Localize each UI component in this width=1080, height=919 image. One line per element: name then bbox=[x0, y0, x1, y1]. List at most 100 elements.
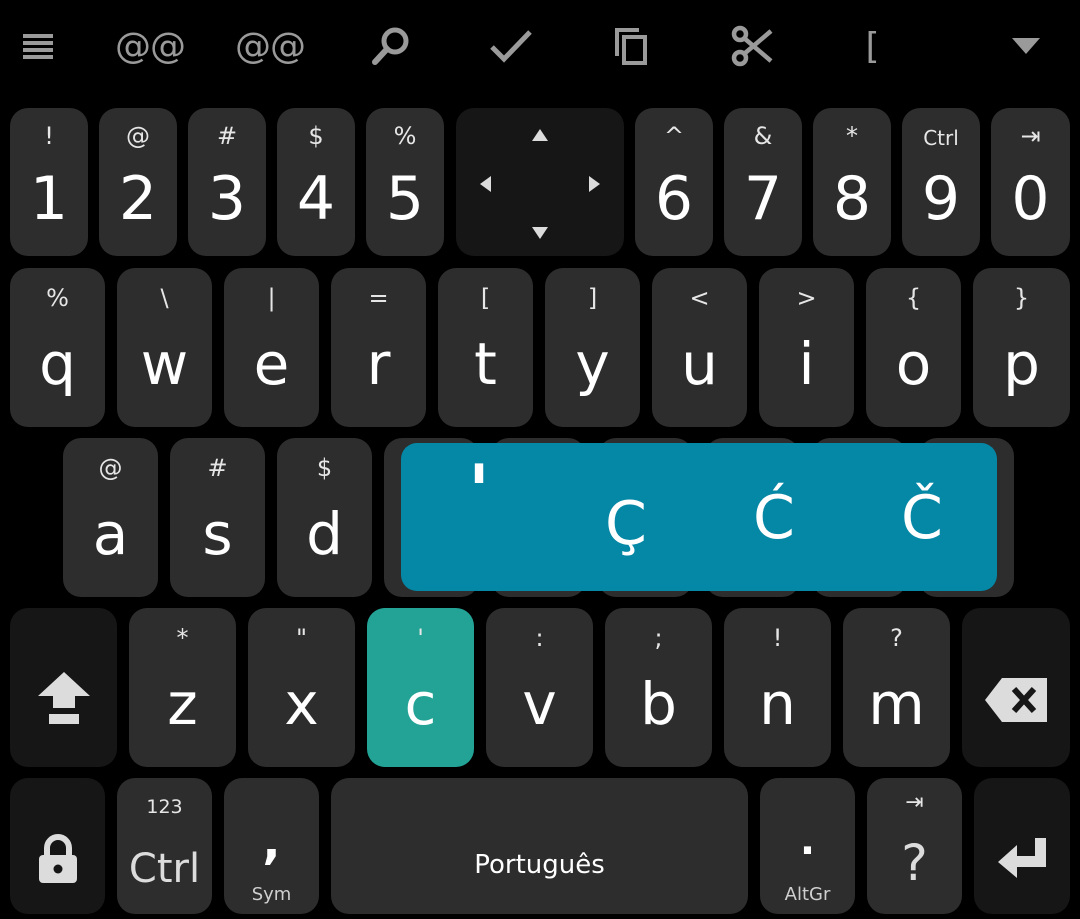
key-label: y bbox=[575, 330, 610, 398]
key-y[interactable]: ] y bbox=[545, 268, 640, 427]
period-key[interactable]: . AltGr bbox=[760, 778, 855, 914]
key-hint: % bbox=[46, 284, 69, 312]
key-label: p bbox=[1003, 330, 1040, 398]
key-hint: " bbox=[295, 624, 308, 652]
check-icon[interactable] bbox=[486, 18, 536, 74]
key-label: 5 bbox=[385, 164, 425, 234]
key-2[interactable]: @2 bbox=[99, 108, 177, 256]
key-hint: $ bbox=[308, 122, 324, 150]
key-o[interactable]: {o bbox=[866, 268, 961, 427]
key-label: i bbox=[798, 330, 815, 398]
key-e[interactable]: | e bbox=[224, 268, 319, 427]
key-hint: & bbox=[753, 122, 773, 150]
ctrl-key[interactable]: 123 Ctrl bbox=[117, 778, 212, 914]
space-key[interactable]: Português bbox=[331, 778, 748, 914]
key-a[interactable]: @ a bbox=[63, 438, 158, 597]
key-label: b bbox=[640, 670, 677, 738]
key-z[interactable]: * z bbox=[129, 608, 236, 767]
key-hint: @ bbox=[126, 122, 150, 150]
clipboard-item-1[interactable]: @@ bbox=[110, 18, 190, 74]
key-hint: ? bbox=[890, 624, 903, 652]
search-icon[interactable] bbox=[366, 18, 416, 74]
enter-key[interactable] bbox=[974, 778, 1070, 914]
arrow-left-icon[interactable] bbox=[480, 176, 491, 192]
key-c[interactable]: ' c bbox=[367, 608, 474, 767]
menu-icon[interactable] bbox=[18, 18, 58, 74]
backspace-icon bbox=[985, 678, 1047, 722]
key-label: u bbox=[681, 330, 718, 398]
key-label: 2 bbox=[118, 164, 158, 234]
key-hint: : bbox=[535, 624, 544, 652]
arrow-right-icon[interactable] bbox=[589, 176, 600, 192]
tab-icon: ⇥ bbox=[1020, 122, 1041, 150]
popup-c-cedilla[interactable]: Ç bbox=[591, 489, 661, 559]
key-d[interactable]: $ d bbox=[277, 438, 372, 597]
key-u[interactable]: < u bbox=[652, 268, 747, 427]
key-label: m bbox=[868, 670, 925, 738]
key-4[interactable]: $4 bbox=[277, 108, 355, 256]
key-m[interactable]: ? m bbox=[843, 608, 950, 767]
key-hint: [ bbox=[480, 284, 491, 312]
key-w[interactable]: \ w bbox=[117, 268, 212, 427]
key-n[interactable]: ! n bbox=[724, 608, 831, 767]
backspace-key[interactable] bbox=[962, 608, 1070, 767]
key-q[interactable]: % q bbox=[10, 268, 105, 427]
key-v[interactable]: :v bbox=[486, 608, 593, 767]
key-hint: ! bbox=[44, 122, 54, 150]
key-hint: ' bbox=[417, 624, 424, 652]
accent-popup: ' Ç Ć Č bbox=[401, 443, 997, 591]
popup-apostrophe[interactable]: ' bbox=[459, 449, 499, 533]
comma-key[interactable]: , Sym bbox=[224, 778, 319, 914]
key-hint: $ bbox=[316, 454, 333, 482]
popup-c-caron[interactable]: Č bbox=[887, 483, 957, 553]
chevron-down-icon[interactable] bbox=[1006, 18, 1046, 74]
key-label: . bbox=[799, 818, 816, 864]
key-9[interactable]: Ctrl 9 bbox=[902, 108, 980, 256]
question-key[interactable]: ⇥ ? bbox=[867, 778, 962, 914]
key-1[interactable]: ! 1 bbox=[10, 108, 88, 256]
arrow-up-icon[interactable] bbox=[532, 129, 548, 141]
copy-icon[interactable] bbox=[608, 18, 654, 74]
key-hint: } bbox=[1013, 284, 1030, 312]
key-label: 8 bbox=[832, 164, 872, 234]
lock-icon bbox=[39, 834, 77, 883]
key-label: Ctrl bbox=[128, 846, 201, 892]
key-5[interactable]: % 5 bbox=[366, 108, 444, 256]
shift-key[interactable] bbox=[10, 608, 117, 767]
key-0[interactable]: ⇥ 0 bbox=[991, 108, 1070, 256]
key-6[interactable]: ^ 6 bbox=[635, 108, 713, 256]
key-s[interactable]: # s bbox=[170, 438, 265, 597]
key-label: 7 bbox=[743, 164, 783, 234]
key-label: 6 bbox=[654, 164, 694, 234]
clipboard-item-2[interactable]: @@ bbox=[230, 18, 310, 74]
key-label: c bbox=[404, 670, 437, 738]
key-8[interactable]: * 8 bbox=[813, 108, 891, 256]
space-label: Português bbox=[474, 850, 605, 880]
popup-c-acute[interactable]: Ć bbox=[739, 483, 809, 553]
key-hint: Ctrl bbox=[923, 126, 959, 150]
key-label: r bbox=[366, 330, 391, 398]
arrow-pad[interactable] bbox=[456, 108, 624, 256]
key-hint: ] bbox=[587, 284, 598, 312]
key-hint: ^ bbox=[663, 122, 685, 150]
key-hint: ; bbox=[654, 624, 663, 652]
key-hint: \ bbox=[160, 284, 169, 312]
key-label: t bbox=[474, 330, 497, 398]
lock-key[interactable] bbox=[10, 778, 105, 914]
bracket-key[interactable]: [ bbox=[852, 18, 892, 74]
arrow-down-icon[interactable] bbox=[532, 227, 548, 239]
key-label: 3 bbox=[207, 164, 247, 234]
key-label: 1 bbox=[29, 164, 69, 234]
key-p[interactable]: } p bbox=[973, 268, 1070, 427]
key-b[interactable]: ; b bbox=[605, 608, 712, 767]
key-hint: % bbox=[393, 122, 417, 150]
key-3[interactable]: #3 bbox=[188, 108, 266, 256]
key-hint: > bbox=[796, 284, 817, 312]
key-label: 4 bbox=[296, 164, 336, 234]
scissors-icon[interactable] bbox=[728, 18, 776, 74]
key-7[interactable]: & 7 bbox=[724, 108, 802, 256]
key-x[interactable]: " x bbox=[248, 608, 355, 767]
key-i[interactable]: > i bbox=[759, 268, 854, 427]
key-t[interactable]: [t bbox=[438, 268, 533, 427]
key-r[interactable]: = r bbox=[331, 268, 426, 427]
